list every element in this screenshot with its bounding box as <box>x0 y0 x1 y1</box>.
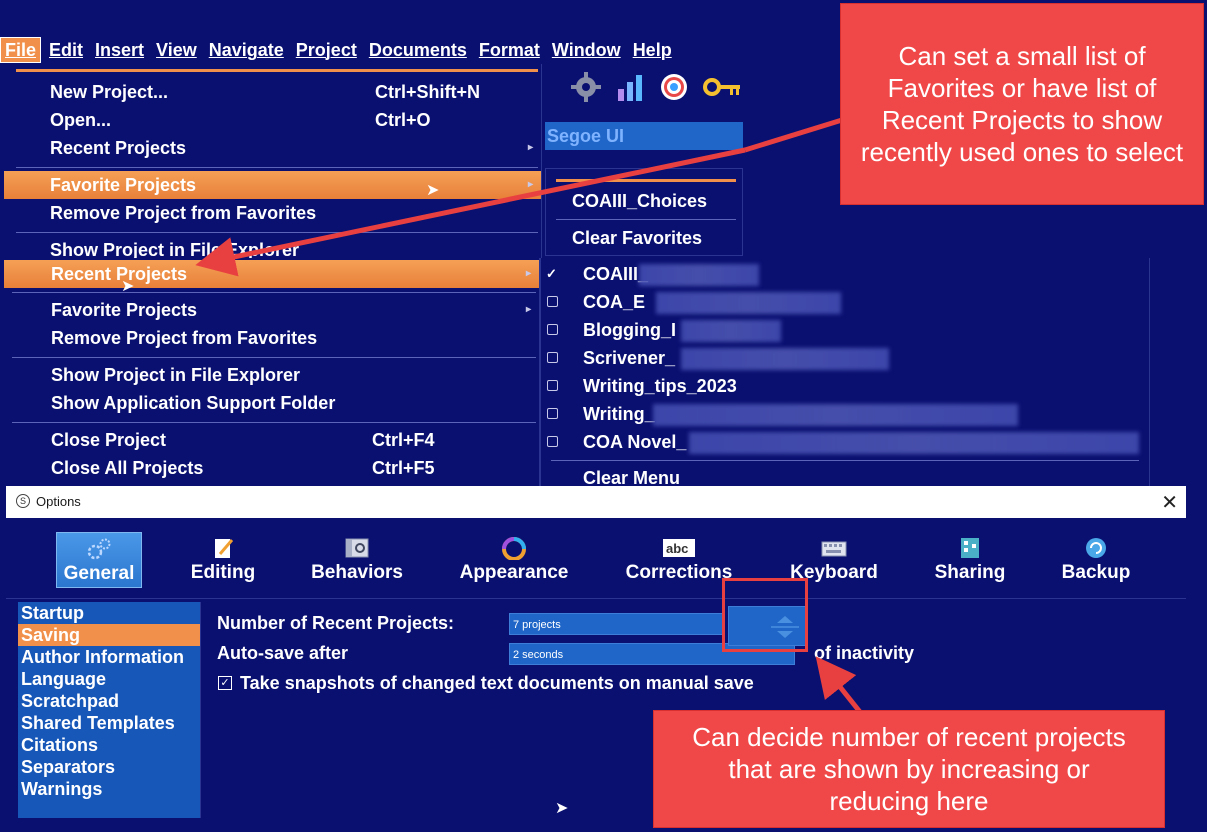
mouse-cursor-icon: ➤ <box>426 182 440 199</box>
mouse-cursor-icon: ➤ <box>121 278 135 295</box>
mouse-cursor-icon: ➤ <box>555 800 569 817</box>
callout-favorites: Can set a small list of Favorites or hav… <box>840 3 1204 205</box>
callout-recent-count: Can decide number of recent projects tha… <box>653 710 1165 828</box>
